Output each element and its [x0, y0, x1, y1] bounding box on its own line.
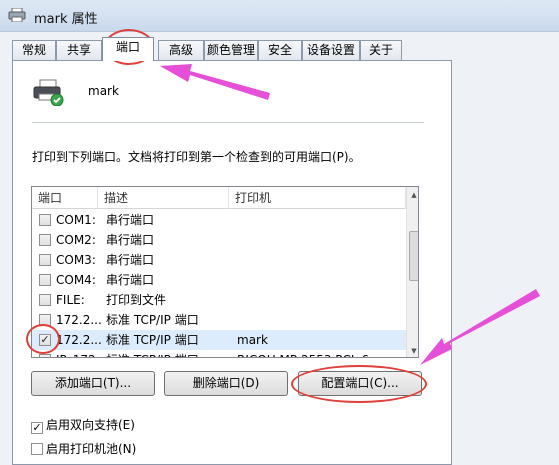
tab-about[interactable]: 关于: [360, 40, 402, 60]
tab-advanced[interactable]: 高级: [158, 40, 204, 60]
port-name: COM3:: [56, 253, 96, 267]
list-item[interactable]: COM2: 串行端口: [32, 230, 406, 250]
list-item[interactable]: 172.2... 标准 TCP/IP 端口: [32, 310, 406, 330]
list-item[interactable]: COM1: 串行端口: [32, 210, 406, 230]
ports-list[interactable]: 端口 描述 打印机 COM1: 串行端口 COM2: 串行端口 COM3: 串行…: [31, 186, 419, 358]
list-header: 端口 描述 打印机: [32, 187, 406, 209]
port-description: 打印到文件: [106, 293, 167, 307]
window-title: mark 属性: [34, 12, 98, 27]
delete-port-button[interactable]: 删除端口(D): [164, 371, 288, 396]
port-description: 串行端口: [106, 253, 155, 267]
printer-name: mark: [88, 84, 119, 98]
bidirectional-checkbox[interactable]: ✓: [31, 422, 43, 434]
port-name: 172.2...: [56, 313, 102, 327]
add-port-button[interactable]: 添加端口(T)...: [31, 371, 155, 396]
tab-general[interactable]: 常规: [12, 40, 56, 60]
list-item[interactable]: IP_172... 标准 TCP/IP 端口 RICOH MP 2553 PCL…: [32, 350, 406, 357]
port-checkbox[interactable]: [39, 234, 51, 246]
divider: [32, 122, 424, 123]
port-description: 标准 TCP/IP 端口: [106, 350, 199, 357]
tab-color-management[interactable]: 颜色管理: [204, 40, 258, 60]
bidirectional-label: 启用双向支持(E): [46, 418, 135, 432]
column-header-printer[interactable]: 打印机: [229, 187, 406, 209]
bidirectional-option[interactable]: ✓ 启用双向支持(E): [31, 417, 135, 434]
pooling-label: 启用打印机池(N): [46, 442, 137, 456]
tab-device-settings[interactable]: 设备设置: [302, 40, 360, 60]
port-description: 串行端口: [106, 213, 155, 227]
port-checkbox[interactable]: [39, 354, 51, 357]
scroll-up-icon[interactable]: ▲: [409, 189, 418, 201]
port-checkbox[interactable]: [39, 254, 51, 266]
scroll-down-icon[interactable]: ▼: [409, 345, 418, 357]
port-name: COM4:: [56, 273, 96, 287]
port-name: 172.2...: [56, 333, 102, 347]
printer-app-icon: [8, 8, 26, 22]
port-checkbox-checked[interactable]: ✓: [39, 334, 51, 346]
column-header-port[interactable]: 端口: [32, 187, 98, 209]
port-description: 串行端口: [106, 273, 155, 287]
port-name: FILE:: [56, 293, 85, 307]
tab-ports[interactable]: 端口: [102, 37, 154, 61]
port-description: 标准 TCP/IP 端口: [106, 333, 199, 347]
pooling-option[interactable]: 启用打印机池(N): [31, 441, 136, 457]
port-name: COM1:: [56, 213, 96, 227]
port-printer: RICOH MP 2553 PCL 6: [237, 350, 369, 357]
port-name: COM2:: [56, 233, 96, 247]
port-checkbox[interactable]: [39, 274, 51, 286]
port-checkbox[interactable]: [39, 294, 51, 306]
port-description: 标准 TCP/IP 端口: [106, 313, 199, 327]
configure-port-button[interactable]: 配置端口(C)...: [298, 371, 422, 396]
port-description: 串行端口: [106, 233, 155, 247]
list-item[interactable]: COM3: 串行端口: [32, 250, 406, 270]
column-header-description[interactable]: 描述: [98, 187, 229, 209]
list-item-selected[interactable]: ✓ 172.2... 标准 TCP/IP 端口 mark: [32, 330, 406, 350]
scroll-thumb[interactable]: [409, 231, 418, 281]
pooling-checkbox[interactable]: [31, 443, 43, 455]
port-checkbox[interactable]: [39, 314, 51, 326]
ports-description: 打印到下列端口。文档将打印到第一个检查到的可用端口(P)。: [32, 150, 361, 164]
tab-security[interactable]: 安全: [258, 40, 302, 60]
vertical-scrollbar[interactable]: ▲ ▼: [406, 187, 418, 357]
printer-icon: [33, 79, 64, 106]
list-item[interactable]: FILE: 打印到文件: [32, 290, 406, 310]
port-name: IP_172...: [56, 350, 107, 357]
list-item[interactable]: COM4: 串行端口: [32, 270, 406, 290]
title-bar: mark 属性: [0, 0, 559, 32]
port-checkbox[interactable]: [39, 214, 51, 226]
tab-sharing[interactable]: 共享: [56, 40, 102, 60]
port-printer: mark: [237, 333, 268, 347]
